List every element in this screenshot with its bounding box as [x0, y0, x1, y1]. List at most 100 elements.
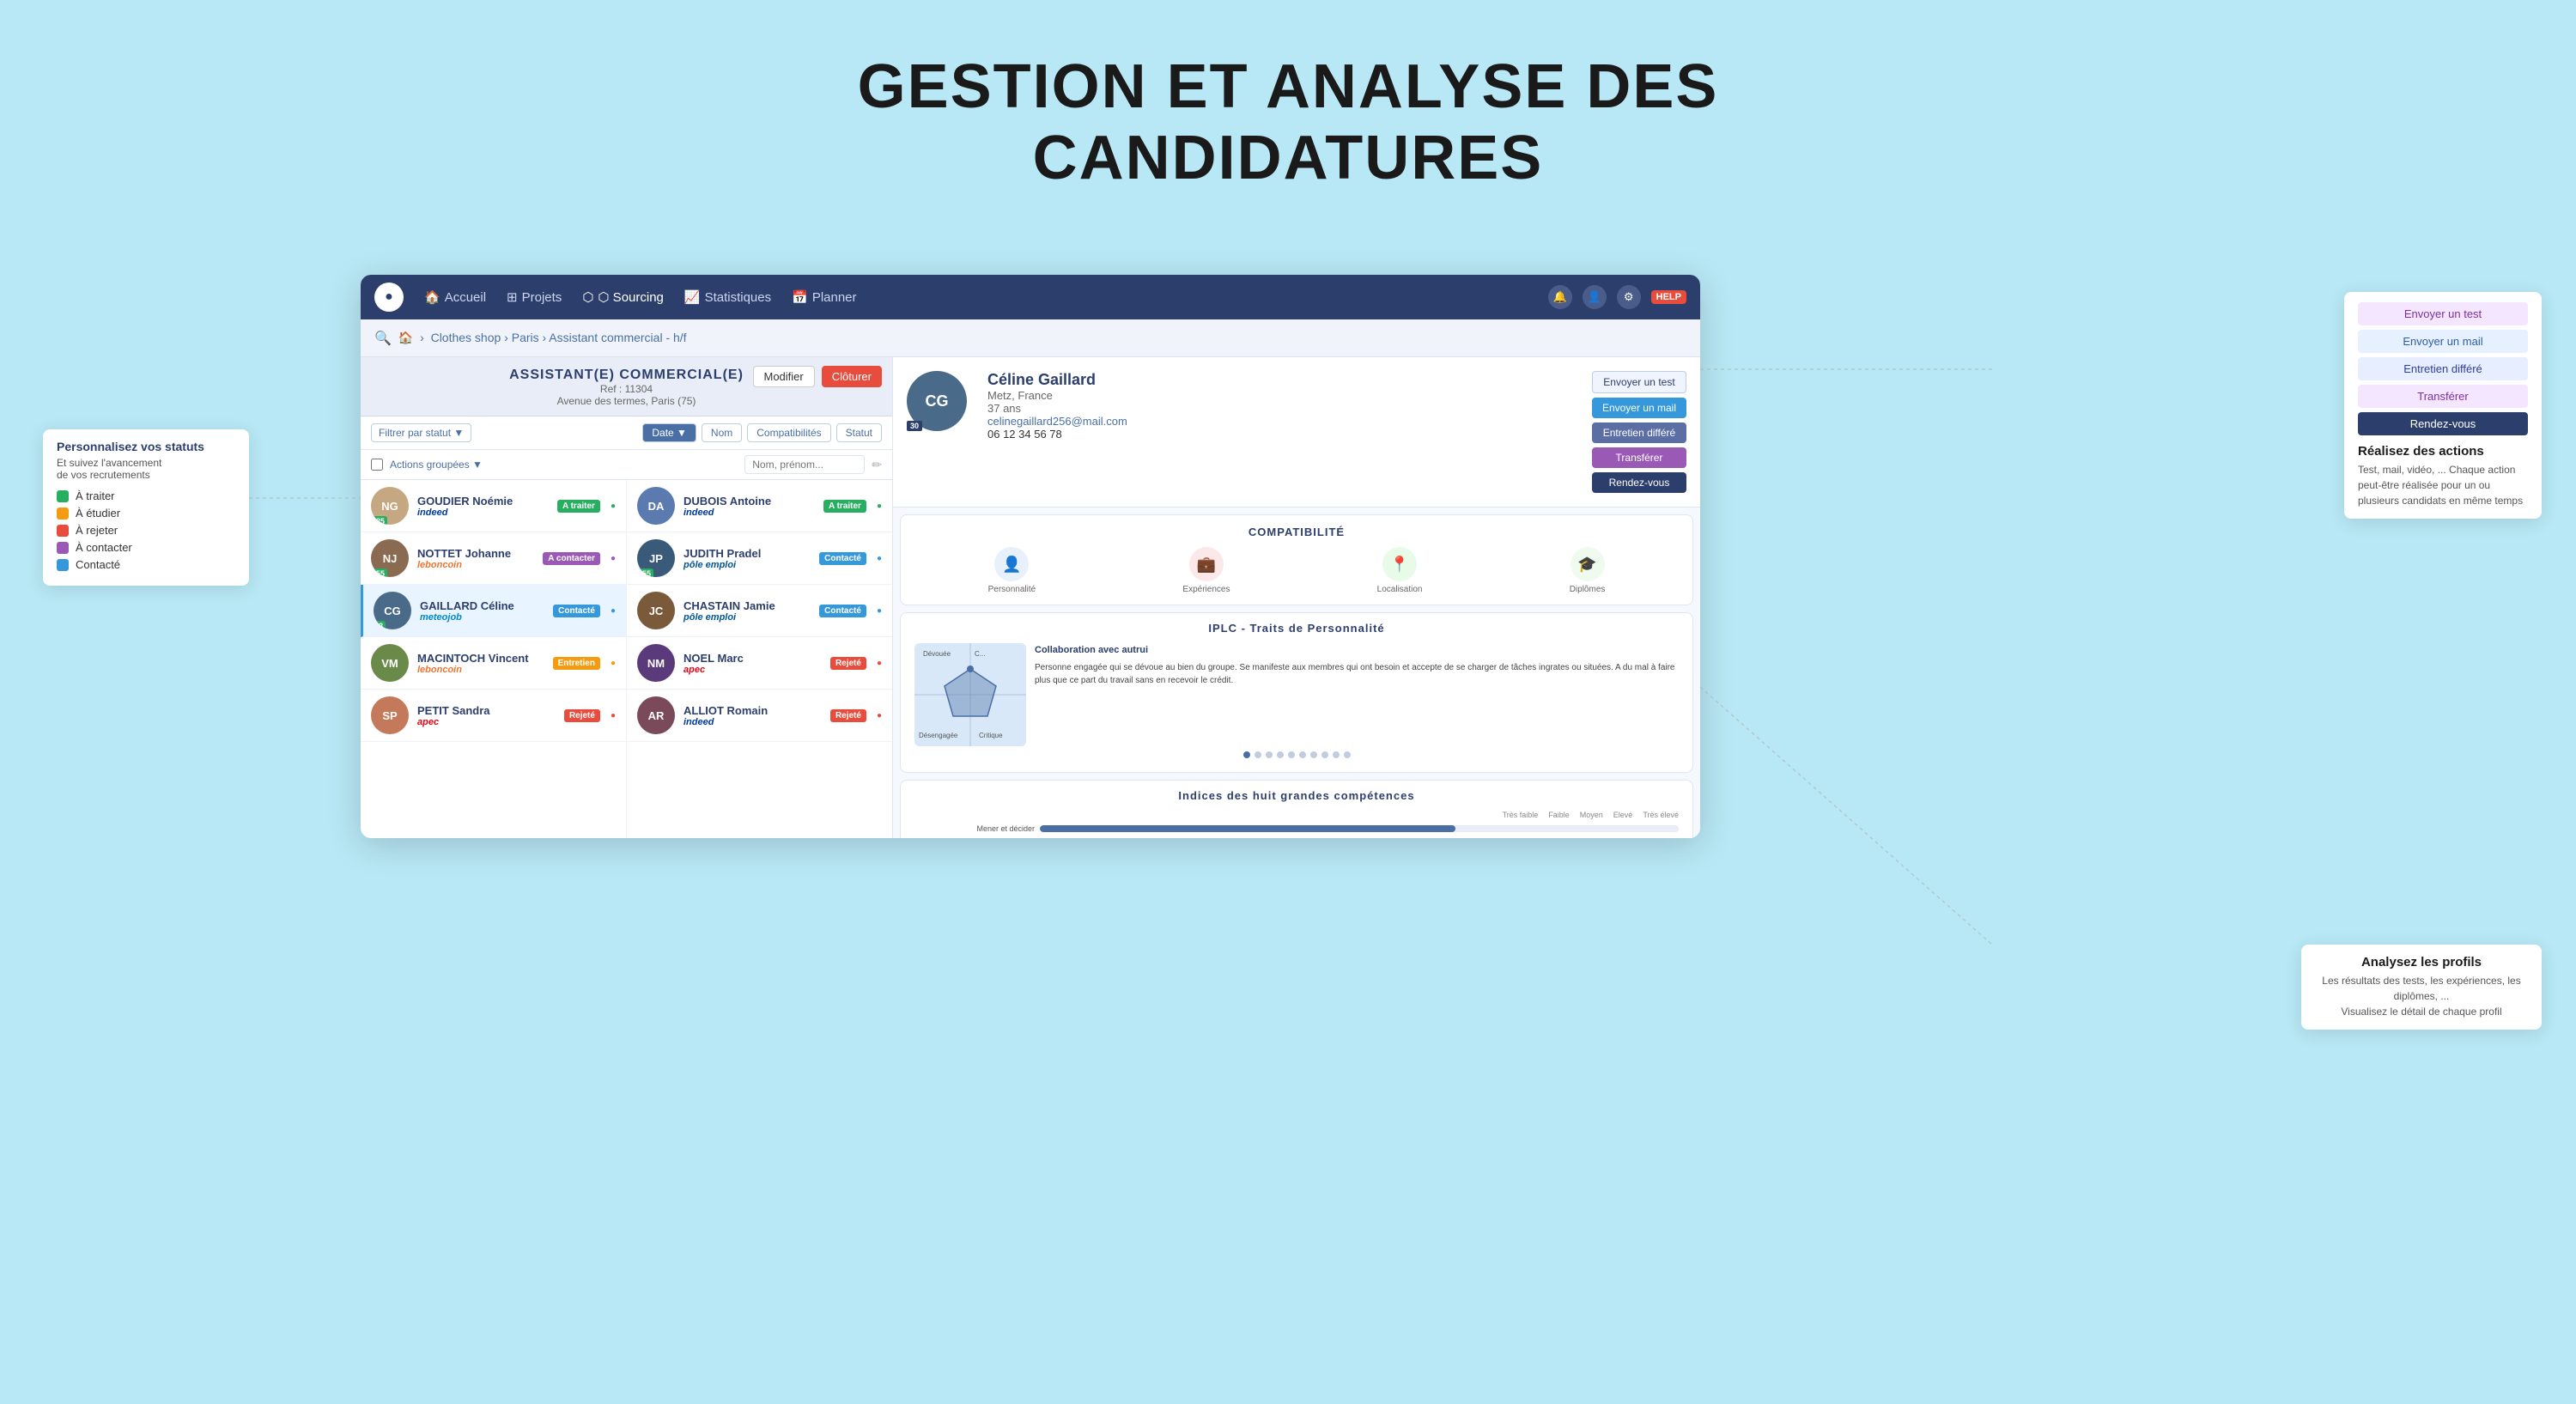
avatar: JC [637, 592, 675, 629]
search-name-input[interactable] [744, 455, 865, 474]
comp-row: Mener et décider [914, 824, 1679, 833]
search-icon[interactable]: 🔍 [374, 330, 392, 347]
envoyer-test-btn[interactable]: Envoyer un test [1592, 371, 1686, 393]
candidate-col-right: DA DUBOIS Antoine indeed A traiter ● JP … [627, 480, 892, 838]
entretien-btn[interactable]: Entretien différé [1592, 422, 1686, 443]
page-title: GESTION ET ANALYSE DES CANDIDATURES [0, 0, 2576, 194]
user-icon[interactable]: 👤 [1583, 285, 1607, 309]
candidate-name: JUDITH Pradel [683, 547, 811, 560]
source-logo: indeed [683, 508, 815, 518]
sort-statut[interactable]: Statut [836, 423, 882, 442]
callout-analyze-text: Les résultats des tests, les expériences… [2315, 973, 2528, 1019]
avatar: AR [637, 696, 675, 734]
dot [1321, 751, 1328, 758]
compat-experiences: 💼 Expériences [1182, 547, 1230, 594]
status-indicator: ● [877, 711, 882, 720]
dot [1255, 751, 1261, 758]
comp-bar-fill [1040, 825, 1455, 832]
candidate-name: NOEL Marc [683, 652, 822, 665]
transferer-btn[interactable]: Transférer [1592, 447, 1686, 468]
compat-label: Diplômes [1570, 585, 1606, 594]
iplc-desc-title: Collaboration avec autrui [1035, 643, 1679, 658]
candidate-item[interactable]: NM NOEL Marc apec Rejeté ● [627, 637, 892, 690]
compat-icon: 📍 [1382, 547, 1417, 581]
status-item-2: À étudier [57, 507, 235, 520]
callout-btn-transferer[interactable]: Transférer [2358, 385, 2528, 408]
status-item-5: Contacté [57, 558, 235, 571]
callout-btn-test[interactable]: Envoyer un test [2358, 302, 2528, 325]
callout-analyze: Analysez les profils Les résultats des t… [2301, 945, 2542, 1030]
modifier-button[interactable]: Modifier [753, 366, 815, 387]
callout-left-title: Personnalisez vos statuts [57, 440, 235, 453]
source-logo: apec [417, 717, 556, 727]
source-logo: pôle emploi [683, 612, 811, 623]
nav-sourcing[interactable]: ⬡ ⬡ Sourcing [582, 289, 664, 305]
notif-icon[interactable]: 🔔 [1548, 285, 1572, 309]
help-badge[interactable]: HELP [1651, 290, 1686, 304]
status-badge: A contacter [543, 552, 600, 565]
candidate-item[interactable]: VM MACINTOCH Vincent leboncoin Entretien… [361, 637, 626, 690]
profile-details: Céline Gaillard Metz, France 37 ans celi… [979, 371, 1580, 441]
nav-stats[interactable]: 📈 Statistiques [684, 289, 771, 305]
callout-btn-mail[interactable]: Envoyer un mail [2358, 330, 2528, 353]
nav-accueil[interactable]: 🏠 Accueil [424, 289, 486, 305]
select-all-checkbox[interactable] [371, 459, 383, 471]
candidate-info: JUDITH Pradel pôle emploi [683, 547, 811, 570]
candidate-item[interactable]: SP PETIT Sandra apec Rejeté ● [361, 690, 626, 742]
callout-btn-rdv[interactable]: Rendez-vous [2358, 412, 2528, 435]
candidate-info: GOUDIER Noémie indeed [417, 495, 549, 518]
comp-legend: Très faible Faible Moyen Elevé Très élev… [914, 811, 1679, 819]
sort-compat[interactable]: Compatibilités [747, 423, 830, 442]
avatar: SP [371, 696, 409, 734]
svg-text:C...: C... [975, 650, 985, 658]
avatar: JP 155 [637, 539, 675, 577]
sort-date[interactable]: Date ▼ [642, 423, 696, 442]
candidate-item[interactable]: JC CHASTAIN Jamie pôle emploi Contacté ● [627, 585, 892, 637]
status-indicator: ● [877, 606, 882, 616]
envoyer-mail-btn[interactable]: Envoyer un mail [1592, 398, 1686, 418]
status-indicator: ● [877, 659, 882, 668]
nav-projets[interactable]: ⊞ Projets [507, 289, 562, 305]
candidate-item[interactable]: NG 285 GOUDIER Noémie indeed A traiter ● [361, 480, 626, 532]
status-item-1: À traiter [57, 489, 235, 502]
cloturer-button[interactable]: Clôturer [822, 366, 882, 387]
sort-nom[interactable]: Nom [702, 423, 742, 442]
edit-icon[interactable]: ✏ [872, 458, 882, 472]
candidate-item[interactable]: NJ 155 NOTTET Johanne leboncoin A contac… [361, 532, 626, 585]
source-logo: leboncoin [417, 665, 544, 675]
callout-btn-entretien[interactable]: Entretien différé [2358, 357, 2528, 380]
candidate-info: GAILLARD Céline meteojob [420, 599, 544, 623]
profile-email: celinegaillard256@mail.com [987, 415, 1580, 428]
candidate-item[interactable]: AR ALLIOT Romain indeed Rejeté ● [627, 690, 892, 742]
candidate-info: NOTTET Johanne leboncoin [417, 547, 534, 570]
profile-location: Metz, France [987, 389, 1580, 402]
status-indicator: ● [611, 501, 616, 511]
candidate-col-left: NG 285 GOUDIER Noémie indeed A traiter ● [361, 480, 627, 838]
status-label-2: À étudier [76, 507, 120, 520]
rdv-btn[interactable]: Rendez-vous [1592, 472, 1686, 493]
title-line2: CANDIDATURES [0, 123, 2576, 194]
avatar: NM [637, 644, 675, 682]
status-label-1: À traiter [76, 489, 115, 502]
candidate-name: CHASTAIN Jamie [683, 599, 811, 612]
candidate-item[interactable]: JP 155 JUDITH Pradel pôle emploi Contact… [627, 532, 892, 585]
actions-bar: Actions groupées ▼ ✏ [361, 450, 892, 480]
job-ref: Ref : 11304 [600, 383, 653, 395]
group-actions-dropdown[interactable]: Actions groupées ▼ [390, 459, 483, 471]
candidate-info: MACINTOCH Vincent leboncoin [417, 652, 544, 675]
callout-analyze-title: Analysez les profils [2315, 955, 2528, 969]
nav-bar: ● 🏠 Accueil ⊞ Projets ⬡ ⬡ Sourcing 📈 Sta… [361, 275, 1700, 319]
nav-planner[interactable]: 📅 Planner [792, 289, 856, 305]
status-dot-5 [57, 559, 69, 571]
filter-statut-btn[interactable]: Filtrer par statut ▼ [371, 423, 471, 442]
candidate-item-selected[interactable]: CG 38 GAILLARD Céline meteojob Contacté … [361, 585, 626, 637]
job-header: ASSISTANT(E) COMMERCIAL(E) Ref : 11304 A… [361, 357, 892, 416]
dot [1243, 751, 1250, 758]
filter-bar: Filtrer par statut ▼ Date ▼ Nom Compatib… [361, 416, 892, 450]
candidate-item[interactable]: DA DUBOIS Antoine indeed A traiter ● [627, 480, 892, 532]
settings-icon[interactable]: ⚙ [1617, 285, 1641, 309]
dot [1310, 751, 1317, 758]
compat-title: COMPATIBILITÉ [914, 526, 1679, 538]
candidate-name: NOTTET Johanne [417, 547, 534, 560]
status-badge: Contacté [819, 605, 866, 617]
